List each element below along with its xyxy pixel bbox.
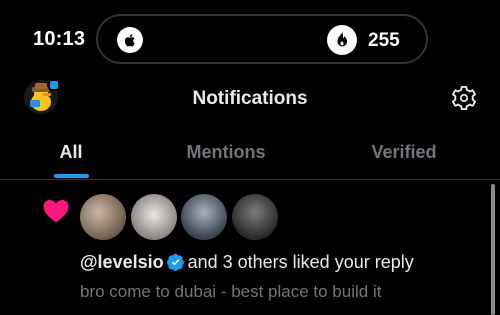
- settings-gear-icon[interactable]: [450, 84, 478, 112]
- notification-text: @levelsio and 3 others liked your reply: [80, 252, 414, 273]
- notification-action: and 3 others liked your reply: [187, 252, 414, 272]
- reply-preview: bro come to dubai - best place to build …: [80, 282, 382, 301]
- status-bar: 10:13 255: [0, 0, 500, 76]
- status-time: 10:13: [33, 28, 86, 50]
- header: Notifications: [0, 76, 500, 126]
- tab-verified[interactable]: Verified: [340, 142, 468, 163]
- notification-item[interactable]: @levelsio and 3 others liked your reply b…: [0, 180, 490, 315]
- apple-icon: [117, 27, 143, 53]
- active-tab-indicator: [54, 174, 89, 178]
- liker-avatar[interactable]: [181, 194, 227, 240]
- verified-badge-icon: [166, 253, 185, 271]
- liker-avatar[interactable]: [80, 194, 126, 240]
- tab-mentions[interactable]: Mentions: [160, 142, 292, 163]
- liker-avatar[interactable]: [131, 194, 177, 240]
- activity-count: 255: [368, 30, 400, 51]
- flame-icon: [327, 25, 357, 55]
- scrollbar[interactable]: [491, 184, 495, 315]
- dynamic-island[interactable]: 255: [96, 14, 428, 64]
- notification-user[interactable]: @levelsio: [80, 252, 164, 272]
- heart-icon: [42, 198, 70, 224]
- notification-tabs: All Mentions Verified: [0, 128, 500, 180]
- page-title: Notifications: [192, 88, 308, 109]
- liker-avatar[interactable]: [232, 194, 278, 240]
- tab-all[interactable]: All: [40, 142, 102, 163]
